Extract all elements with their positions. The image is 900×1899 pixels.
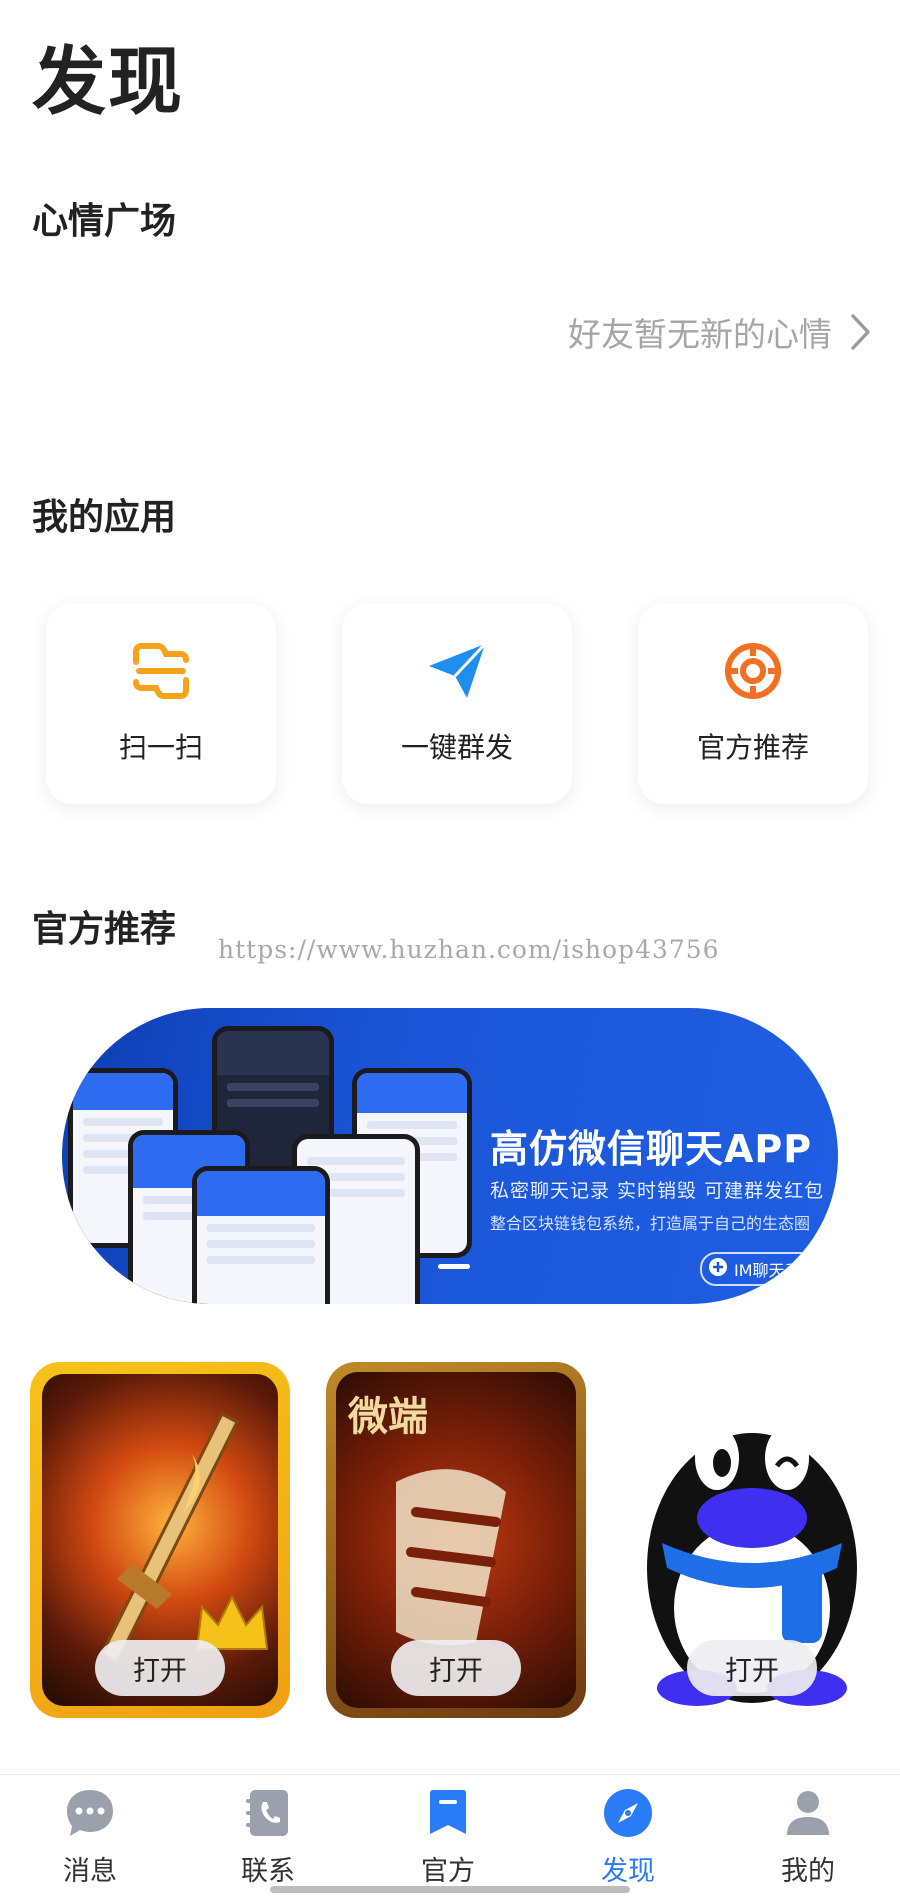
mood-empty-text: 好友暂无新的心情 — [568, 315, 832, 354]
home-indicator — [270, 1886, 630, 1893]
game-card-3[interactable]: 打开 — [622, 1362, 882, 1718]
paper-plane-icon — [427, 642, 487, 700]
bookmark-icon — [430, 1790, 466, 1834]
app-broadcast-button[interactable]: 一键群发 — [342, 604, 572, 804]
promo-banner[interactable]: 高仿微信聊天APP 私密聊天记录 实时销毁 可建群发红包 整合区块链钱包系统，打… — [62, 1008, 838, 1304]
recommend-section-title: 官方推荐 — [32, 909, 177, 950]
watermark-text: https://www.huzhan.com/ishop43756 — [218, 935, 720, 964]
phone-mockup — [192, 1166, 330, 1304]
chat-bubble-icon — [67, 1790, 113, 1836]
mood-empty-row[interactable]: 好友暂无新的心情 — [568, 308, 872, 356]
tab-messages-label: 消息 — [63, 1856, 117, 1887]
tab-contacts[interactable]: 联系 — [208, 1787, 328, 1888]
game-2-open-button[interactable]: 打开 — [391, 1640, 521, 1696]
tab-official-label: 官方 — [421, 1856, 475, 1887]
carousel-indicator — [438, 1264, 470, 1269]
app-scan-label: 扫一扫 — [118, 731, 203, 764]
tab-official[interactable]: 官方 — [388, 1787, 508, 1888]
banner-badge: IM聊天系统 — [700, 1252, 833, 1286]
tab-discover-label: 发现 — [601, 1856, 655, 1887]
game-card-2[interactable]: 微端 打开 — [326, 1362, 586, 1718]
tab-me-label: 我的 — [781, 1856, 835, 1887]
bottom-tab-bar: 消息 联系 官方 发现 我的 — [0, 1774, 900, 1899]
game-card-1[interactable]: 打开 — [30, 1362, 290, 1718]
chevron-right-icon — [850, 313, 872, 351]
banner-badge-label: IM聊天系统 — [734, 1261, 817, 1280]
scan-icon — [132, 642, 190, 700]
mood-section-title: 心情广场 — [32, 201, 177, 242]
game-2-art-text: 微端 — [348, 1393, 428, 1440]
banner-subtitle: 私密聊天记录 实时销毁 可建群发红包 — [490, 1180, 825, 1202]
banner-description: 整合区块链钱包系统，打造属于自己的生态圈 — [490, 1214, 811, 1233]
game-3-open-button[interactable]: 打开 — [687, 1640, 817, 1696]
my-apps-section-title: 我的应用 — [32, 497, 177, 538]
contacts-book-icon — [246, 1790, 288, 1836]
tab-me[interactable]: 我的 — [748, 1787, 868, 1888]
person-icon — [787, 1791, 829, 1835]
app-scan-button[interactable]: 扫一扫 — [46, 604, 276, 804]
plus-circle-icon — [708, 1257, 728, 1281]
app-broadcast-label: 一键群发 — [400, 731, 513, 764]
banner-headline: 高仿微信聊天APP — [490, 1127, 813, 1171]
tab-messages[interactable]: 消息 — [30, 1787, 150, 1888]
page-title: 发现 — [32, 39, 184, 125]
game-1-open-button[interactable]: 打开 — [95, 1640, 225, 1696]
tab-discover[interactable]: 发现 — [568, 1787, 688, 1888]
tab-contacts-label: 联系 — [241, 1856, 295, 1887]
app-recommend-button[interactable]: 官方推荐 — [638, 604, 868, 804]
target-icon — [724, 642, 782, 700]
app-recommend-label: 官方推荐 — [696, 731, 809, 764]
compass-icon — [604, 1789, 652, 1837]
